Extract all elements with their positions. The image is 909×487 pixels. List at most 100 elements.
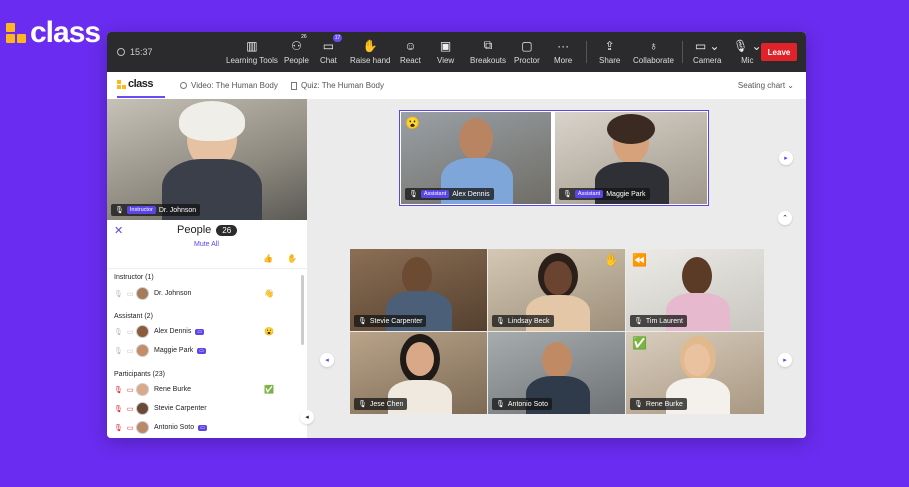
toolbar-divider	[682, 41, 683, 63]
avatar	[179, 101, 245, 141]
assistant-section-header: Assistant (2)	[114, 313, 153, 320]
smile-icon: ☺	[404, 38, 417, 53]
breakouts-button[interactable]: ⧉ Breakouts	[470, 38, 506, 65]
hand-icon[interactable]: ✋	[287, 254, 297, 263]
tab-class-home[interactable]: class	[117, 72, 165, 98]
video-tile-alex-dennis[interactable]: 😮 🎙 Assistant Alex Dennis	[401, 112, 551, 204]
media-status: 🎙 ▭	[114, 328, 136, 336]
timer-value: 15:37	[130, 47, 153, 57]
chat-badge: 17	[332, 34, 343, 42]
nametag: 🎙 Jese Chen	[354, 398, 408, 410]
learning-tools-button[interactable]: ▥ Learning Tools	[226, 38, 278, 66]
react-button[interactable]: ☺ React	[400, 38, 421, 66]
list-item[interactable]: 🎙 ▭ Maggie Park ▭	[114, 343, 292, 358]
camera-icon: ▭ ⌄	[694, 38, 720, 53]
people-scrollbar[interactable]	[301, 275, 304, 345]
list-item[interactable]: 🎙 ▭ Alex Dennis ▭ 😮	[114, 324, 292, 339]
camera-button[interactable]: ▭ ⌄ Camera	[693, 38, 721, 66]
mic-icon[interactable]: 🎙	[114, 328, 123, 336]
media-status: 🎙 ▭	[114, 386, 136, 394]
chevron-left-icon: ◂	[325, 357, 329, 364]
more-button[interactable]: ··· More	[554, 39, 572, 66]
raise-hand-button[interactable]: ✋ Raise hand	[350, 38, 390, 66]
mic-icon: 🎙	[358, 401, 367, 408]
camera-icon[interactable]: ▭	[127, 386, 134, 394]
close-icon[interactable]: ✕	[114, 224, 123, 237]
list-item[interactable]: 🎙 ▭ Stevie Carpenter	[114, 401, 292, 416]
bulb-icon: ♁	[648, 38, 658, 53]
video-tile-tim-laurent[interactable]: ⏪ 🎙 Tim Laurent	[626, 249, 764, 331]
mic-icon: 🎙	[409, 191, 418, 198]
previous-page-button[interactable]: ◂	[320, 353, 334, 367]
app-window: 15:37 ▥ Learning Tools ⚇ 26 People ▭ 17 Ch…	[107, 32, 806, 438]
video-tile-lindsay-beck[interactable]: ✋ 🎙 Lindsay Beck	[488, 249, 625, 331]
camera-icon[interactable]: ▭	[127, 347, 134, 355]
collapse-panel-button[interactable]: ◂	[300, 410, 314, 424]
camera-icon[interactable]: ▭	[127, 405, 134, 413]
camera-icon[interactable]: ▭	[127, 290, 134, 298]
participant-name: Jese Chen	[369, 400, 404, 408]
view-button[interactable]: ▣ View	[437, 38, 454, 66]
chat-icon[interactable]: ▭	[197, 347, 207, 354]
nametag: 🎙 Assistant Alex Dennis	[405, 188, 494, 200]
people-count-badge: 26	[216, 224, 238, 236]
chat-button[interactable]: ▭ 17 Chat	[320, 34, 343, 65]
avatar	[684, 344, 710, 376]
mic-icon[interactable]: 🎙	[114, 290, 123, 298]
participant-name: Lindsay Beck	[507, 317, 550, 325]
mic-icon: 🎙	[358, 318, 367, 325]
instructor-video-tile[interactable]: 🎙 Instructor Dr. Johnson	[107, 99, 307, 220]
proctor-button[interactable]: ▢ Proctor	[514, 38, 540, 66]
collaborate-label: Collaborate	[633, 56, 674, 65]
participant-name: Stevie Carpenter	[369, 317, 423, 325]
mic-icon: 🎙	[563, 191, 572, 198]
seating-chart-dropdown[interactable]: Seating chart ⌄	[738, 81, 794, 90]
avatar	[544, 261, 572, 295]
video-tile-maggie-park[interactable]: 🎙 Assistant Maggie Park	[555, 112, 707, 204]
mic-icon[interactable]: 🎙	[114, 347, 123, 355]
logo-mark-icon	[6, 23, 26, 43]
view-icon: ▣	[439, 38, 452, 53]
list-item[interactable]: 🎙 ▭ Dr. Johnson 👋	[114, 286, 292, 301]
nametag: 🎙 Tim Laurent	[630, 315, 687, 327]
video-tile-jese-chen[interactable]: 🎙 Jese Chen	[350, 332, 487, 414]
tab-video-label: Video: The Human Body	[191, 81, 278, 90]
proctor-icon: ▢	[521, 38, 533, 53]
thumbs-up-icon[interactable]: 👍	[263, 254, 273, 263]
mic-muted-icon[interactable]: 🎙	[114, 405, 123, 413]
mic-muted-icon[interactable]: 🎙	[114, 386, 123, 394]
avatar	[607, 114, 655, 144]
learning-tools-label: Learning Tools	[226, 56, 278, 65]
share-button[interactable]: ⇪ Share	[599, 38, 620, 66]
avatar	[406, 342, 434, 376]
collapse-button[interactable]: ⌃	[778, 211, 792, 225]
bars-icon: ▥	[246, 38, 258, 53]
people-button[interactable]: ⚇ 26 People	[284, 34, 309, 65]
hand-icon: ✋	[362, 38, 378, 53]
mic-muted-icon[interactable]: 🎙	[114, 424, 123, 432]
leave-button[interactable]: Leave	[761, 43, 797, 61]
tab-video[interactable]: Video: The Human Body	[180, 81, 278, 90]
mic-button[interactable]: 🎙 ⌄ Mic	[733, 38, 762, 66]
chat-icon[interactable]: ▭	[198, 424, 207, 431]
list-item[interactable]: 🎙 ▭ Antonio Soto ▭	[114, 420, 292, 435]
video-tile-antonio-soto[interactable]: 🎙 Antonio Soto	[488, 332, 625, 414]
share-icon: ⇪	[604, 38, 615, 53]
tab-quiz[interactable]: Quiz: The Human Body	[291, 81, 384, 90]
collaborate-button[interactable]: ♁ Collaborate	[633, 38, 674, 66]
camera-icon[interactable]: ▭	[127, 328, 134, 336]
camera-icon[interactable]: ▭	[127, 424, 134, 432]
video-tile-stevie-carpenter[interactable]: 🎙 Stevie Carpenter	[350, 249, 487, 331]
status-emoji: 😮	[264, 327, 274, 336]
avatar	[136, 325, 149, 338]
reaction-emoji: ✋	[604, 253, 619, 267]
mute-all-button[interactable]: Mute All	[194, 241, 219, 248]
chat-icon[interactable]: ▭	[195, 328, 205, 335]
video-tile-rene-burke[interactable]: ✅ 🎙 Rene Burke	[626, 332, 764, 414]
list-item[interactable]: 🎙 ▭ Rene Burke ✅	[114, 382, 292, 397]
brand-wordmark: class	[30, 16, 101, 49]
next-page-button[interactable]: ▸	[778, 353, 792, 367]
mic-icon: 🎙 ⌄	[733, 38, 762, 53]
next-page-button[interactable]: ▸	[779, 151, 793, 165]
instructor-section-header: Instructor (1)	[114, 274, 154, 281]
